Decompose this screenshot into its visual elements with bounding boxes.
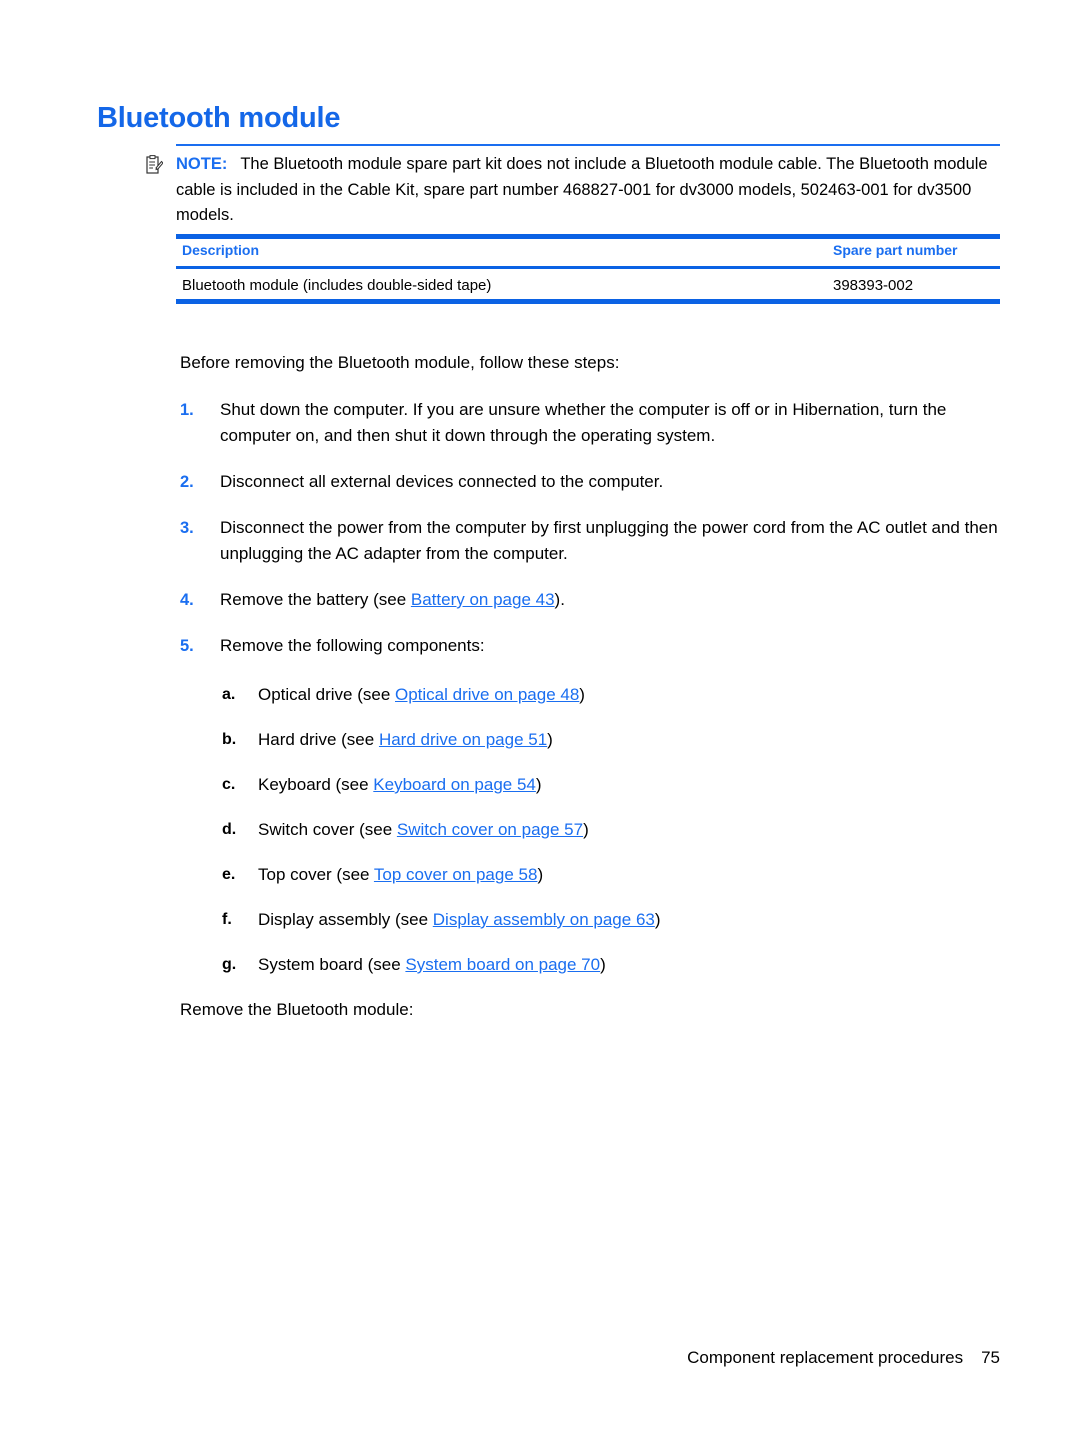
table-header-row: Description Spare part number <box>176 239 1000 266</box>
substep-letter: f. <box>222 911 232 928</box>
substep-text-suffix: ) <box>579 685 585 704</box>
step-number: 4. <box>180 591 194 609</box>
substep-f: f. Display assembly (see Display assembl… <box>180 907 1000 933</box>
note-body: NOTE: The Bluetooth module spare part kit… <box>146 146 1000 229</box>
step-5: 5. Remove the following components: <box>180 633 1000 659</box>
spare-parts-table: Description Spare part number Bluetooth … <box>176 234 1000 304</box>
substep-a: a. Optical drive (see Optical drive on p… <box>180 682 1000 708</box>
substep-text: Top cover (see Top cover on page 58) <box>258 865 543 884</box>
footer-section-title: Component replacement procedures <box>687 1348 964 1367</box>
page-footer: Component replacement procedures 75 <box>687 1348 1000 1368</box>
substep-text-suffix: ) <box>535 775 542 794</box>
substep-b: b. Hard drive (see Hard drive on page 51… <box>180 727 1000 753</box>
substep-text-suffix: ) <box>547 730 553 749</box>
note-admonition: NOTE: The Bluetooth module spare part kit… <box>146 144 1000 237</box>
step-4: 4. Remove the battery (see Battery on pa… <box>180 587 1000 613</box>
closing-paragraph: Remove the Bluetooth module: <box>180 1000 414 1019</box>
footer-page-number: 75 <box>981 1348 1000 1367</box>
step-text: Remove the following components: <box>220 636 485 655</box>
substep-text: Optical drive (see Optical drive on page… <box>258 685 585 704</box>
substep-d: d. Switch cover (see Switch cover on pag… <box>180 817 1000 843</box>
substep-text: Switch cover (see Switch cover on page 5… <box>258 820 589 839</box>
xref-link-optical-drive[interactable]: Optical drive on page 48 <box>395 685 579 704</box>
xref-link-display-assembly[interactable]: Display assembly on page 63 <box>433 910 655 929</box>
substep-text-suffix: ) <box>583 820 589 839</box>
substep-text-prefix: Optical drive (see <box>258 685 395 704</box>
xref-link-keyboard[interactable]: Keyboard on page 54 <box>373 775 536 794</box>
xref-link-switch-cover[interactable]: Switch cover on page 57 <box>397 820 583 839</box>
step-number: 2. <box>180 473 194 491</box>
substep-text-prefix: Switch cover (see <box>258 820 397 839</box>
step-text-prefix: Remove the battery (see <box>220 590 411 609</box>
substep-text: Display assembly (see Display assembly o… <box>258 910 661 929</box>
cell-description: Bluetooth module (includes double-sided … <box>182 277 492 294</box>
procedure-content: Before removing the Bluetooth module, fo… <box>180 350 1000 1023</box>
substep-letter: g. <box>222 956 237 973</box>
step-number: 3. <box>180 519 194 537</box>
step-text: Remove the battery (see Battery on page … <box>220 587 1000 613</box>
substep-text-prefix: Display assembly (see <box>258 910 433 929</box>
note-label: NOTE: <box>176 155 228 173</box>
substep-text: System board (see System board on page 7… <box>258 955 606 974</box>
page-title: Bluetooth module <box>97 102 341 134</box>
step-number: 5. <box>180 637 194 655</box>
substep-text-prefix: Top cover (see <box>258 865 374 884</box>
step-text: Disconnect the power from the computer b… <box>220 518 998 563</box>
step-1: 1. Shut down the computer. If you are un… <box>180 397 1000 449</box>
substep-text-prefix: Keyboard (see <box>258 775 374 794</box>
substep-letter: e. <box>222 866 236 883</box>
document-page: Bluetooth module NOTE: The Bluetooth modu… <box>0 0 1080 1437</box>
substep-c: c. Keyboard (see Keyboard on page 54) <box>180 772 1000 798</box>
substep-letter: a. <box>222 686 236 703</box>
xref-link-hard-drive[interactable]: Hard drive on page 51 <box>379 730 547 749</box>
substep-letter: b. <box>222 731 237 748</box>
column-header-description: Description <box>182 242 260 258</box>
step-number: 1. <box>180 401 194 419</box>
cell-spare-part-number: 398393-002 <box>833 277 914 294</box>
substep-text-prefix: Hard drive (see <box>258 730 379 749</box>
xref-link-battery[interactable]: Battery on page 43 <box>411 590 555 609</box>
substep-text-suffix: ) <box>654 910 661 929</box>
column-header-spare-part-number: Spare part number <box>833 242 958 258</box>
step-text-suffix: ). <box>554 590 565 609</box>
step-text: Disconnect all external devices connecte… <box>220 472 664 491</box>
table-row: Bluetooth module (includes double-sided … <box>176 269 1000 299</box>
substep-e: e. Top cover (see Top cover on page 58) <box>180 862 1000 888</box>
step-3: 3. Disconnect the power from the compute… <box>180 515 1000 567</box>
xref-link-top-cover[interactable]: Top cover on page 58 <box>374 865 538 884</box>
step-text: Shut down the computer. If you are unsur… <box>220 400 947 445</box>
substep-text-suffix: ) <box>537 865 544 884</box>
note-clipboard-icon <box>146 155 164 174</box>
substep-text-suffix: ) <box>600 955 606 974</box>
substep-g: g. System board (see System board on pag… <box>180 952 1000 978</box>
substep-text: Keyboard (see Keyboard on page 54) <box>258 775 542 794</box>
substep-text-prefix: System board (see <box>258 955 406 974</box>
substep-list: a. Optical drive (see Optical drive on p… <box>180 682 1000 978</box>
substep-text: Hard drive (see Hard drive on page 51) <box>258 730 553 749</box>
substep-letter: c. <box>222 776 236 793</box>
table-bottom-rule <box>176 299 1000 304</box>
substep-letter: d. <box>222 821 237 838</box>
lead-paragraph: Before removing the Bluetooth module, fo… <box>180 353 620 372</box>
step-2: 2. Disconnect all external devices conne… <box>180 469 1000 495</box>
note-text: The Bluetooth module spare part kit does… <box>176 155 988 224</box>
xref-link-system-board[interactable]: System board on page 70 <box>405 955 600 974</box>
